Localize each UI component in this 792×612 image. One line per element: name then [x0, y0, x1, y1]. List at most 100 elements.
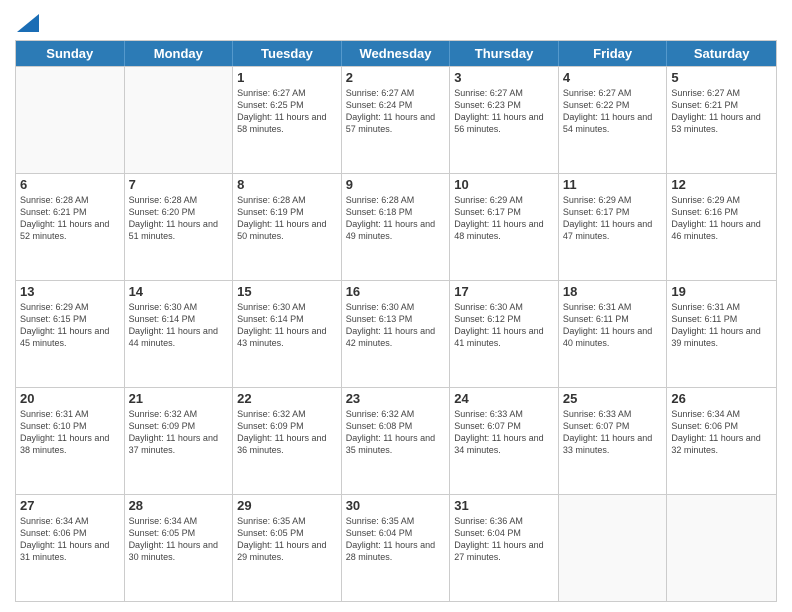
day-number: 11: [563, 177, 663, 192]
day-info: Sunrise: 6:35 AMSunset: 6:04 PMDaylight:…: [346, 515, 446, 564]
calendar-cell: 15 Sunrise: 6:30 AMSunset: 6:14 PMDayligh…: [233, 281, 342, 387]
calendar-row-3: 20Sunrise: 6:31 AMSunset: 6:10 PMDayligh…: [16, 387, 776, 494]
calendar-cell: [667, 495, 776, 601]
calendar-cell: 24 Sunrise: 6:33 AMSunset: 6:07 PMDayligh…: [450, 388, 559, 494]
day-info: Sunrise: 6:28 AMSunset: 6:19 PMDaylight:…: [237, 194, 337, 243]
day-header-wednesday: Wednesday: [342, 41, 451, 66]
day-number: 19: [671, 284, 772, 299]
day-number: 28: [129, 498, 229, 513]
day-header-monday: Monday: [125, 41, 234, 66]
day-info: Sunrise: 6:28 AMSunset: 6:18 PMDaylight:…: [346, 194, 446, 243]
day-header-saturday: Saturday: [667, 41, 776, 66]
day-info: Sunrise: 6:29 AMSunset: 6:15 PMDaylight:…: [20, 301, 120, 350]
header: [15, 10, 777, 32]
calendar-cell: 12Sunrise: 6:29 AMSunset: 6:16 PMDayligh…: [667, 174, 776, 280]
day-info: Sunrise: 6:32 AMSunset: 6:09 PMDaylight:…: [237, 408, 337, 457]
logo-icon: [17, 14, 39, 32]
day-number: 10: [454, 177, 554, 192]
day-header-friday: Friday: [559, 41, 668, 66]
day-number: 29: [237, 498, 337, 513]
day-number: 22: [237, 391, 337, 406]
day-info: Sunrise: 6:30 AMSunset: 6:12 PMDaylight:…: [454, 301, 554, 350]
calendar-header: SundayMondayTuesdayWednesdayThursdayFrid…: [16, 41, 776, 66]
calendar-cell: 3Sunrise: 6:27 AMSunset: 6:23 PMDaylight…: [450, 67, 559, 173]
day-info: Sunrise: 6:30 AMSunset: 6:13 PMDaylight:…: [346, 301, 446, 350]
day-number: 2: [346, 70, 446, 85]
day-info: Sunrise: 6:31 AMSunset: 6:11 PMDaylight:…: [671, 301, 772, 350]
calendar-cell: 29 Sunrise: 6:35 AMSunset: 6:05 PMDayligh…: [233, 495, 342, 601]
day-number: 23: [346, 391, 446, 406]
day-info: Sunrise: 6:27 AMSunset: 6:24 PMDaylight:…: [346, 87, 446, 136]
calendar-cell: 7 Sunrise: 6:28 AMSunset: 6:20 PMDaylight…: [125, 174, 234, 280]
calendar-body: 1Sunrise: 6:27 AMSunset: 6:25 PMDaylight…: [16, 66, 776, 601]
day-info: Sunrise: 6:34 AMSunset: 6:05 PMDaylight:…: [129, 515, 229, 564]
calendar-cell: 6 Sunrise: 6:28 AMSunset: 6:21 PMDaylight…: [16, 174, 125, 280]
day-number: 6: [20, 177, 120, 192]
calendar-cell: 2 Sunrise: 6:27 AMSunset: 6:24 PMDaylight…: [342, 67, 451, 173]
day-info: Sunrise: 6:31 AMSunset: 6:11 PMDaylight:…: [563, 301, 663, 350]
day-number: 9: [346, 177, 446, 192]
day-info: Sunrise: 6:27 AMSunset: 6:21 PMDaylight:…: [671, 87, 772, 136]
day-info: Sunrise: 6:34 AMSunset: 6:06 PMDaylight:…: [671, 408, 772, 457]
calendar-cell: 30Sunrise: 6:35 AMSunset: 6:04 PMDayligh…: [342, 495, 451, 601]
day-number: 14: [129, 284, 229, 299]
calendar-cell: 31Sunrise: 6:36 AMSunset: 6:04 PMDayligh…: [450, 495, 559, 601]
calendar-cell: 17 Sunrise: 6:30 AMSunset: 6:12 PMDayligh…: [450, 281, 559, 387]
day-info: Sunrise: 6:34 AMSunset: 6:06 PMDaylight:…: [20, 515, 120, 564]
calendar-cell: 23 Sunrise: 6:32 AMSunset: 6:08 PMDayligh…: [342, 388, 451, 494]
calendar-cell: 14Sunrise: 6:30 AMSunset: 6:14 PMDayligh…: [125, 281, 234, 387]
calendar-cell: [16, 67, 125, 173]
day-info: Sunrise: 6:33 AMSunset: 6:07 PMDaylight:…: [454, 408, 554, 457]
day-number: 13: [20, 284, 120, 299]
day-number: 24: [454, 391, 554, 406]
day-number: 3: [454, 70, 554, 85]
day-number: 18: [563, 284, 663, 299]
day-number: 27: [20, 498, 120, 513]
day-number: 17: [454, 284, 554, 299]
calendar-cell: 20Sunrise: 6:31 AMSunset: 6:10 PMDayligh…: [16, 388, 125, 494]
day-info: Sunrise: 6:35 AMSunset: 6:05 PMDaylight:…: [237, 515, 337, 564]
day-number: 7: [129, 177, 229, 192]
calendar-cell: 18 Sunrise: 6:31 AMSunset: 6:11 PMDayligh…: [559, 281, 668, 387]
day-number: 26: [671, 391, 772, 406]
day-info: Sunrise: 6:29 AMSunset: 6:17 PMDaylight:…: [454, 194, 554, 243]
calendar-cell: 27 Sunrise: 6:34 AMSunset: 6:06 PMDayligh…: [16, 495, 125, 601]
calendar: SundayMondayTuesdayWednesdayThursdayFrid…: [15, 40, 777, 602]
logo: [15, 10, 39, 32]
calendar-cell: 10 Sunrise: 6:29 AMSunset: 6:17 PMDayligh…: [450, 174, 559, 280]
calendar-row-0: 1Sunrise: 6:27 AMSunset: 6:25 PMDaylight…: [16, 66, 776, 173]
calendar-cell: 8 Sunrise: 6:28 AMSunset: 6:19 PMDaylight…: [233, 174, 342, 280]
day-info: Sunrise: 6:36 AMSunset: 6:04 PMDaylight:…: [454, 515, 554, 564]
day-number: 12: [671, 177, 772, 192]
day-number: 21: [129, 391, 229, 406]
day-info: Sunrise: 6:32 AMSunset: 6:09 PMDaylight:…: [129, 408, 229, 457]
calendar-row-4: 27 Sunrise: 6:34 AMSunset: 6:06 PMDayligh…: [16, 494, 776, 601]
day-info: Sunrise: 6:27 AMSunset: 6:22 PMDaylight:…: [563, 87, 663, 136]
day-info: Sunrise: 6:29 AMSunset: 6:17 PMDaylight:…: [563, 194, 663, 243]
calendar-cell: 1Sunrise: 6:27 AMSunset: 6:25 PMDaylight…: [233, 67, 342, 173]
day-header-tuesday: Tuesday: [233, 41, 342, 66]
day-number: 25: [563, 391, 663, 406]
day-info: Sunrise: 6:30 AMSunset: 6:14 PMDaylight:…: [237, 301, 337, 350]
day-number: 8: [237, 177, 337, 192]
calendar-cell: 11 Sunrise: 6:29 AMSunset: 6:17 PMDayligh…: [559, 174, 668, 280]
day-info: Sunrise: 6:33 AMSunset: 6:07 PMDaylight:…: [563, 408, 663, 457]
day-header-sunday: Sunday: [16, 41, 125, 66]
day-number: 5: [671, 70, 772, 85]
calendar-cell: 26 Sunrise: 6:34 AMSunset: 6:06 PMDayligh…: [667, 388, 776, 494]
calendar-cell: 22 Sunrise: 6:32 AMSunset: 6:09 PMDayligh…: [233, 388, 342, 494]
calendar-cell: 21 Sunrise: 6:32 AMSunset: 6:09 PMDayligh…: [125, 388, 234, 494]
calendar-cell: 9 Sunrise: 6:28 AMSunset: 6:18 PMDaylight…: [342, 174, 451, 280]
calendar-cell: [125, 67, 234, 173]
day-header-thursday: Thursday: [450, 41, 559, 66]
day-info: Sunrise: 6:28 AMSunset: 6:20 PMDaylight:…: [129, 194, 229, 243]
day-info: Sunrise: 6:31 AMSunset: 6:10 PMDaylight:…: [20, 408, 120, 457]
day-info: Sunrise: 6:27 AMSunset: 6:25 PMDaylight:…: [237, 87, 337, 136]
calendar-cell: [559, 495, 668, 601]
calendar-cell: 16Sunrise: 6:30 AMSunset: 6:13 PMDayligh…: [342, 281, 451, 387]
day-info: Sunrise: 6:32 AMSunset: 6:08 PMDaylight:…: [346, 408, 446, 457]
day-number: 15: [237, 284, 337, 299]
day-info: Sunrise: 6:28 AMSunset: 6:21 PMDaylight:…: [20, 194, 120, 243]
calendar-cell: 13 Sunrise: 6:29 AMSunset: 6:15 PMDayligh…: [16, 281, 125, 387]
page: SundayMondayTuesdayWednesdayThursdayFrid…: [0, 0, 792, 612]
